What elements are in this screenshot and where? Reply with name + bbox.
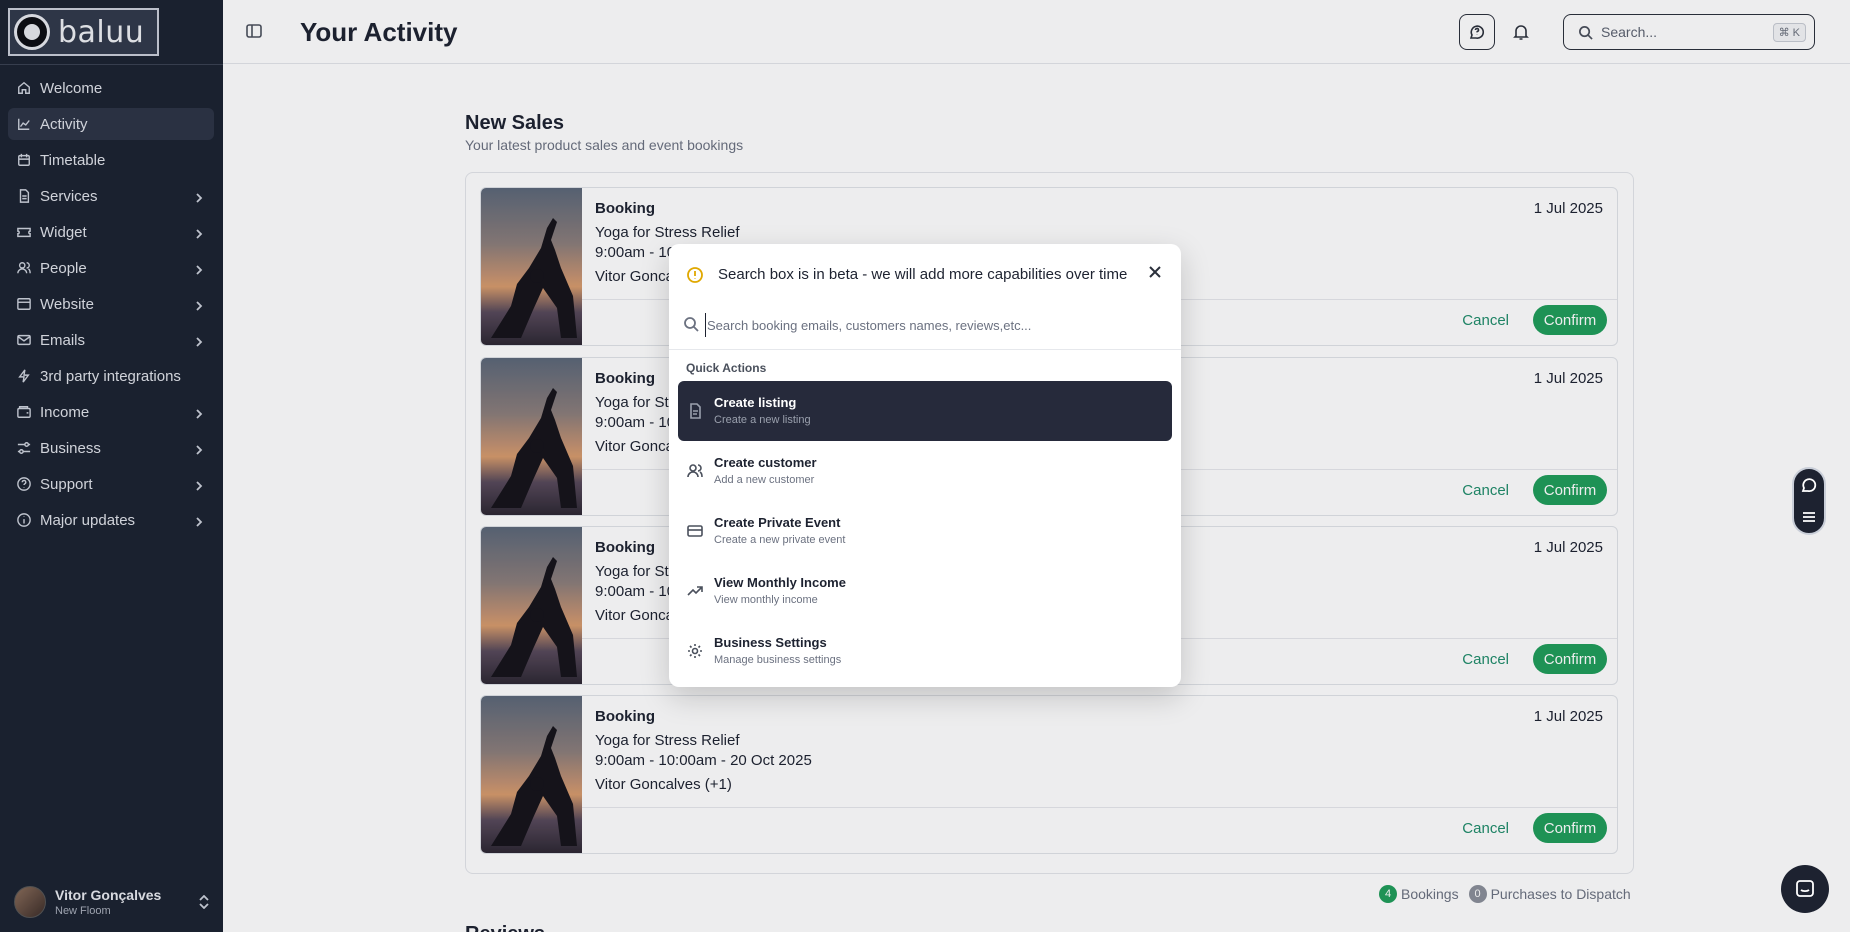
quick-action-view-monthly-income[interactable]: View Monthly Income View monthly income: [678, 561, 1172, 621]
beta-notice: Search box is in beta - we will add more…: [718, 266, 1128, 283]
quick-action-title: Create Private Event: [714, 515, 841, 530]
file-icon: [687, 403, 703, 419]
chat-bubble-icon: [1801, 478, 1817, 492]
modal-search-bar: [669, 302, 1181, 350]
warning-icon: [687, 267, 703, 283]
quick-action-subtitle: Create a new private event: [714, 534, 846, 546]
quick-action-create-customer[interactable]: Create customer Add a new customer: [678, 441, 1172, 501]
floating-help-widget[interactable]: [1792, 467, 1826, 535]
quick-action-create-listing[interactable]: Create listing Create a new listing: [678, 381, 1172, 441]
close-icon: [1149, 266, 1161, 278]
card-icon: [687, 523, 703, 539]
menu-icon: [1803, 512, 1815, 522]
quick-action-create-private-event[interactable]: Create Private Event Create a new privat…: [678, 501, 1172, 561]
intercom-launcher[interactable]: [1781, 865, 1829, 913]
quick-actions-heading: Quick Actions: [686, 361, 767, 375]
quick-action-title: View Monthly Income: [714, 575, 846, 590]
chat-icon: [1796, 880, 1814, 897]
close-button[interactable]: [1145, 262, 1165, 282]
quick-actions-list: Create listing Create a new listing Crea…: [678, 381, 1172, 681]
gear-icon: [687, 643, 703, 659]
quick-action-business-settings[interactable]: Business Settings Manage business settin…: [678, 621, 1172, 681]
quick-action-subtitle: View monthly income: [714, 594, 818, 606]
quick-action-title: Create listing: [714, 395, 797, 410]
search-icon: [683, 316, 699, 332]
quick-action-subtitle: Manage business settings: [714, 654, 842, 666]
quick-action-subtitle: Add a new customer: [714, 474, 815, 486]
quick-action-subtitle: Create a new listing: [714, 414, 811, 426]
quick-action-title: Business Settings: [714, 635, 827, 650]
users-icon: [687, 463, 703, 479]
trending-up-icon: [687, 583, 703, 599]
quick-action-title: Create customer: [714, 455, 817, 470]
modal-search-input[interactable]: [705, 313, 1165, 337]
command-search-modal: Search box is in beta - we will add more…: [669, 244, 1181, 687]
